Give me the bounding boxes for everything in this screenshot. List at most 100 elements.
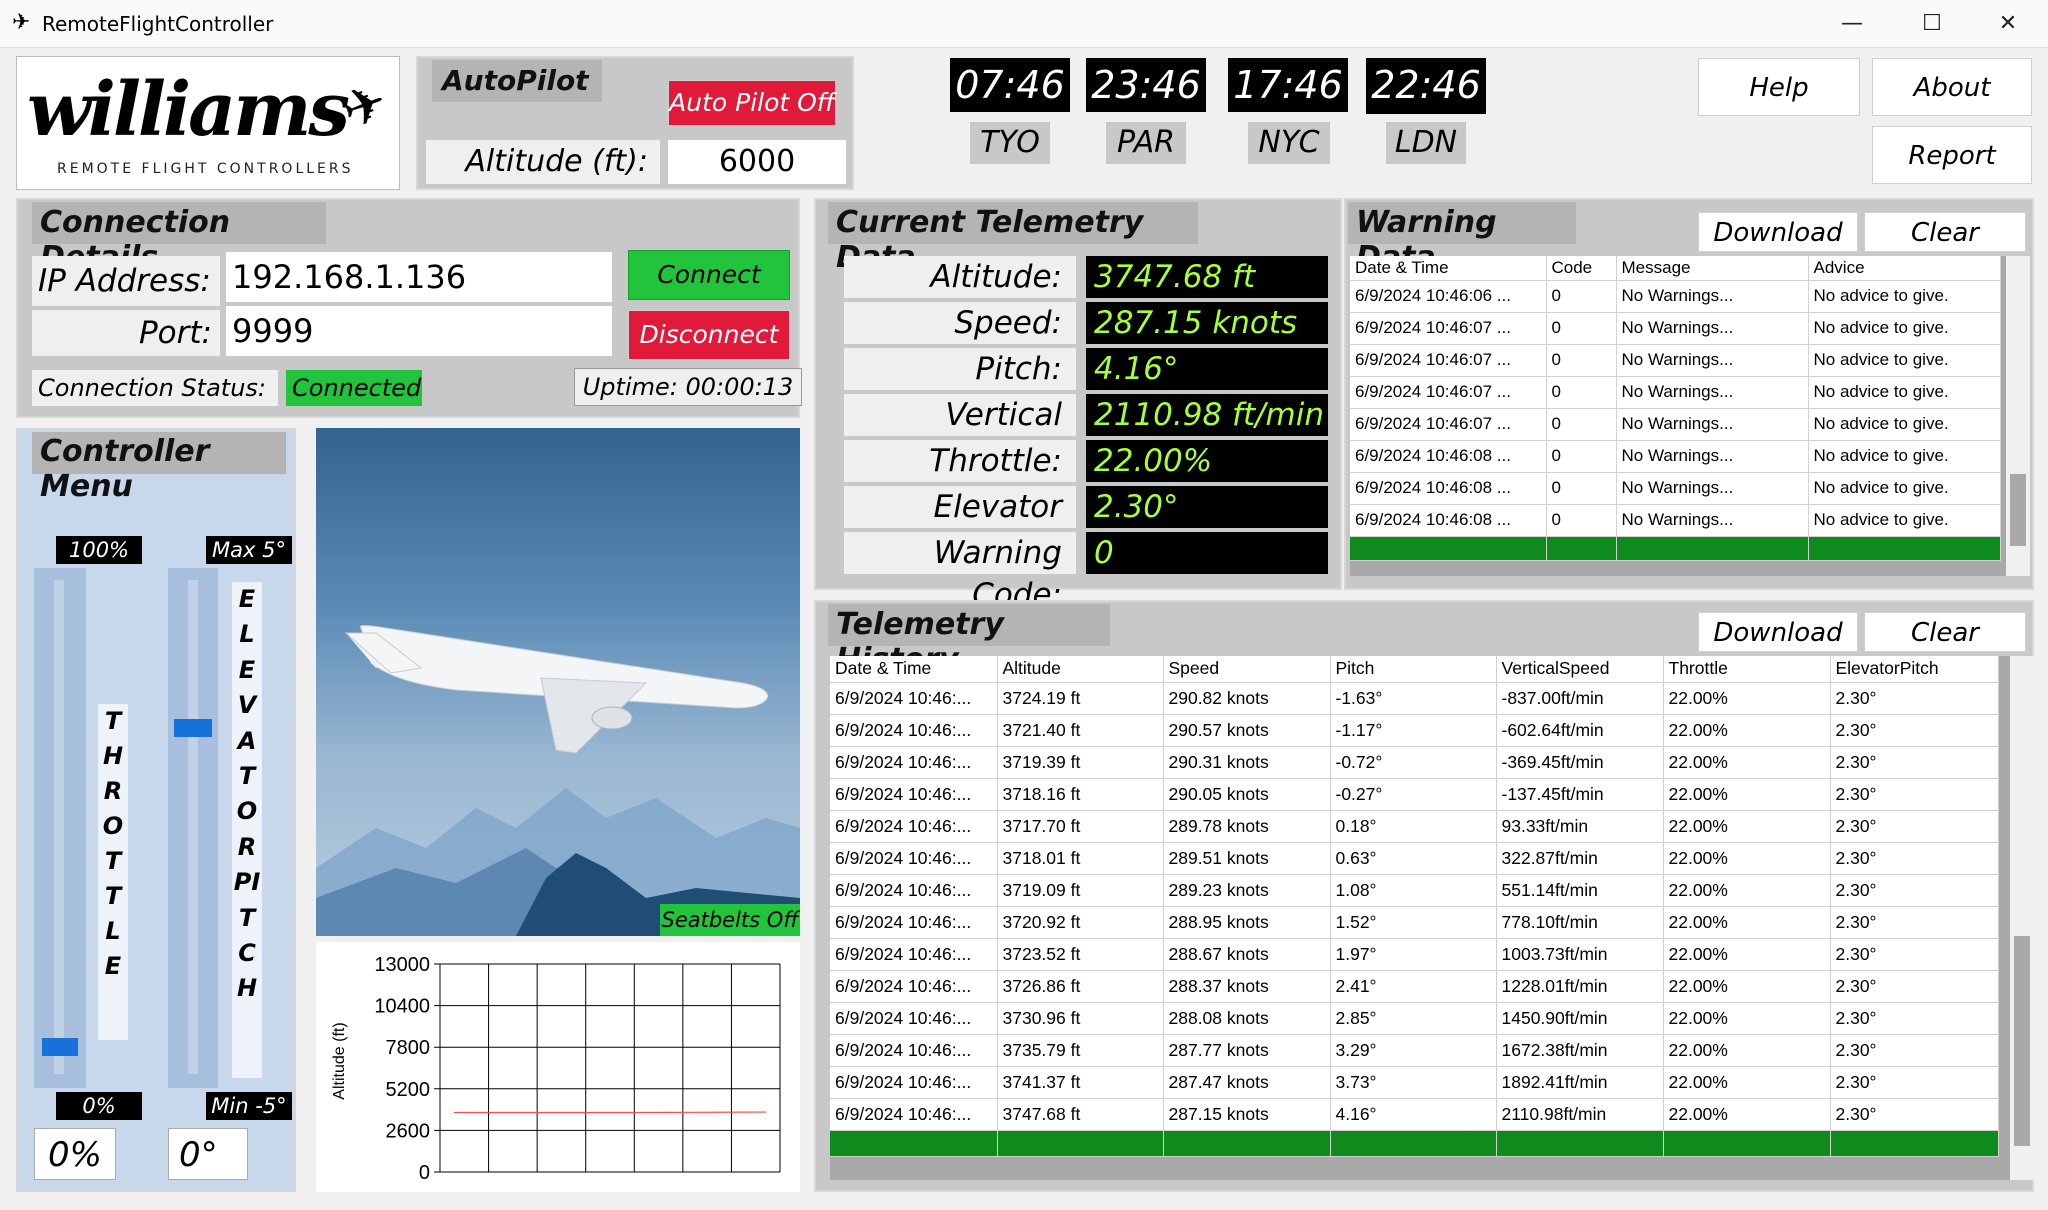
history-row[interactable]: 6/9/2024 10:46:... 3719.39 ft 290.31 knots… [830, 746, 1999, 779]
history-row[interactable]: 6/9/2024 10:46:... 3718.01 ft 289.51 knots… [830, 842, 1999, 875]
history-cell: 6/9/2024 10:46:... [830, 682, 998, 715]
warning-row[interactable]: 6/9/2024 10:46:07 ... 0 No Warnings... No a… [1350, 344, 2001, 377]
elevator-slider-thumb[interactable] [174, 718, 212, 737]
history-column-header[interactable]: Pitch [1330, 656, 1497, 683]
history-cell: -1.17° [1330, 714, 1497, 747]
warning-table: Date & Time Code Message Advice 6/9/2024 10:… [1350, 256, 2014, 576]
elevator-slider-track[interactable] [168, 568, 218, 1088]
connect-button[interactable]: Connect [628, 250, 790, 300]
autopilot-altitude-input[interactable]: 6000 [668, 140, 846, 184]
history-cell: 1.97° [1330, 938, 1497, 971]
maximize-button[interactable]: ☐ [1912, 8, 1952, 40]
warning-row[interactable]: 6/9/2024 10:46:06 ... 0 No Warnings... No a… [1350, 280, 2001, 313]
warning-column-header[interactable]: Code [1546, 256, 1617, 281]
history-cell: 3721.40 ft [997, 714, 1164, 747]
warning-row[interactable]: 6/9/2024 10:46:08 ... 0 No Warnings... No a… [1350, 504, 2001, 537]
warning-clear-button[interactable]: Clear [1864, 212, 2026, 252]
telemetry-value: 287.15 knots [1086, 302, 1328, 344]
history-cell: 3726.86 ft [997, 970, 1164, 1003]
history-cell: 22.00% [1663, 906, 1831, 939]
telemetry-label: Altitude: [844, 256, 1076, 298]
history-row[interactable]: 6/9/2024 10:46:... 3735.79 ft 287.77 knots… [830, 1034, 1999, 1067]
history-row[interactable]: 6/9/2024 10:46:... 3723.52 ft 288.67 knots… [830, 938, 1999, 971]
history-cell: 322.87ft/min [1496, 842, 1664, 875]
telemetry-label: Pitch: [844, 348, 1076, 390]
history-new-row[interactable] [830, 1130, 1999, 1157]
history-row[interactable]: 6/9/2024 10:46:... 3719.09 ft 289.23 knots… [830, 874, 1999, 907]
history-cell: 1003.73ft/min [1496, 938, 1664, 971]
throttle-slider-thumb[interactable] [42, 1037, 78, 1056]
autopilot-header: AutoPilot [432, 60, 602, 102]
history-column-header[interactable]: ElevatorPitch [1830, 656, 1999, 683]
history-row[interactable]: 6/9/2024 10:46:... 3721.40 ft 290.57 knots… [830, 714, 1999, 747]
warning-scroll-thumb[interactable] [2010, 474, 2026, 546]
history-column-header[interactable]: VerticalSpeed [1496, 656, 1664, 683]
ip-address-input[interactable]: 192.168.1.136 [226, 252, 612, 302]
history-cell: 2.30° [1830, 1098, 1999, 1131]
warning-column-header[interactable]: Message [1616, 256, 1809, 281]
history-cell: 3747.68 ft [997, 1098, 1164, 1131]
history-scrollbar[interactable] [2010, 656, 2034, 1180]
history-cell: 22.00% [1663, 714, 1831, 747]
history-cell: 2.30° [1830, 746, 1999, 779]
telemetry-value: 2110.98 ft/min [1086, 394, 1328, 436]
about-button[interactable]: About [1872, 58, 2032, 116]
history-row[interactable]: 6/9/2024 10:46:... 3720.92 ft 288.95 knots… [830, 906, 1999, 939]
warning-row[interactable]: 6/9/2024 10:46:07 ... 0 No Warnings... No a… [1350, 408, 2001, 441]
history-cell: 22.00% [1663, 682, 1831, 715]
history-scroll-thumb[interactable] [2014, 936, 2030, 1146]
logo-brand: williams [27, 67, 350, 153]
history-cell: 22.00% [1663, 1098, 1831, 1131]
warning-column-header[interactable]: Date & Time [1350, 256, 1547, 281]
throttle-slider-track[interactable] [34, 568, 86, 1088]
history-download-button[interactable]: Download [1698, 612, 1858, 652]
history-column-header[interactable]: Altitude [997, 656, 1164, 683]
history-row[interactable]: 6/9/2024 10:46:... 3724.19 ft 290.82 knots… [830, 682, 1999, 715]
help-button[interactable]: Help [1698, 58, 1860, 116]
telemetry-label: Elevator Pitch: [844, 486, 1076, 567]
warning-new-row[interactable] [1350, 536, 2001, 561]
report-button[interactable]: Report [1872, 126, 2032, 184]
history-column-header[interactable]: Throttle [1663, 656, 1831, 683]
history-column-header[interactable]: Speed [1163, 656, 1331, 683]
history-cell: 290.57 knots [1163, 714, 1331, 747]
warning-row[interactable]: 6/9/2024 10:46:08 ... 0 No Warnings... No a… [1350, 472, 2001, 505]
uptime-label: Uptime: 00:00:13 [574, 368, 802, 406]
history-cell: 2.41° [1330, 970, 1497, 1003]
history-row[interactable]: 6/9/2024 10:46:... 3717.70 ft 289.78 knots… [830, 810, 1999, 843]
autopilot-toggle-button[interactable]: Auto Pilot Off [668, 80, 836, 126]
history-cell: 3717.70 ft [997, 810, 1164, 843]
warning-cell: 0 [1546, 312, 1617, 345]
telemetry-value: 2.30° [1086, 486, 1328, 528]
history-row[interactable]: 6/9/2024 10:46:... 3726.86 ft 288.37 knots… [830, 970, 1999, 1003]
history-row[interactable]: 6/9/2024 10:46:... 3718.16 ft 290.05 knots… [830, 778, 1999, 811]
disconnect-button[interactable]: Disconnect [628, 310, 790, 360]
history-header: Telemetry History [828, 604, 1110, 677]
warning-row[interactable]: 6/9/2024 10:46:07 ... 0 No Warnings... No a… [1350, 376, 2001, 409]
warning-cell: 6/9/2024 10:46:08 ... [1350, 472, 1547, 505]
history-row[interactable]: 6/9/2024 10:46:... 3747.68 ft 287.15 knots… [830, 1098, 1999, 1131]
history-cell: 3719.39 ft [997, 746, 1164, 779]
history-cell: 2.30° [1830, 714, 1999, 747]
history-cell: 2.30° [1830, 1066, 1999, 1099]
warning-cell: No Warnings... [1616, 408, 1809, 441]
throttle-vertical-label: THROTTLE [98, 704, 128, 1040]
port-input[interactable]: 9999 [226, 306, 612, 356]
history-cell: 1672.38ft/min [1496, 1034, 1664, 1067]
warning-column-header[interactable]: Advice [1808, 256, 2001, 281]
history-cell: 3.73° [1330, 1066, 1497, 1099]
minimize-button[interactable]: — [1832, 8, 1872, 40]
warning-download-button[interactable]: Download [1698, 212, 1858, 252]
history-cell: 6/9/2024 10:46:... [830, 1002, 998, 1035]
history-cell: 6/9/2024 10:46:... [830, 970, 998, 1003]
warning-scrollbar[interactable] [2006, 256, 2030, 576]
telemetry-value: 0 [1086, 532, 1328, 574]
close-button[interactable]: ✕ [1988, 8, 2028, 40]
warning-row[interactable]: 6/9/2024 10:46:08 ... 0 No Warnings... No a… [1350, 440, 2001, 473]
history-row[interactable]: 6/9/2024 10:46:... 3730.96 ft 288.08 knots… [830, 1002, 1999, 1035]
controller-header: Controller Menu [32, 432, 286, 504]
history-clear-button[interactable]: Clear [1864, 612, 2026, 652]
history-column-header[interactable]: Date & Time [830, 656, 998, 683]
warning-row[interactable]: 6/9/2024 10:46:07 ... 0 No Warnings... No a… [1350, 312, 2001, 345]
history-row[interactable]: 6/9/2024 10:46:... 3741.37 ft 287.47 knots… [830, 1066, 1999, 1099]
